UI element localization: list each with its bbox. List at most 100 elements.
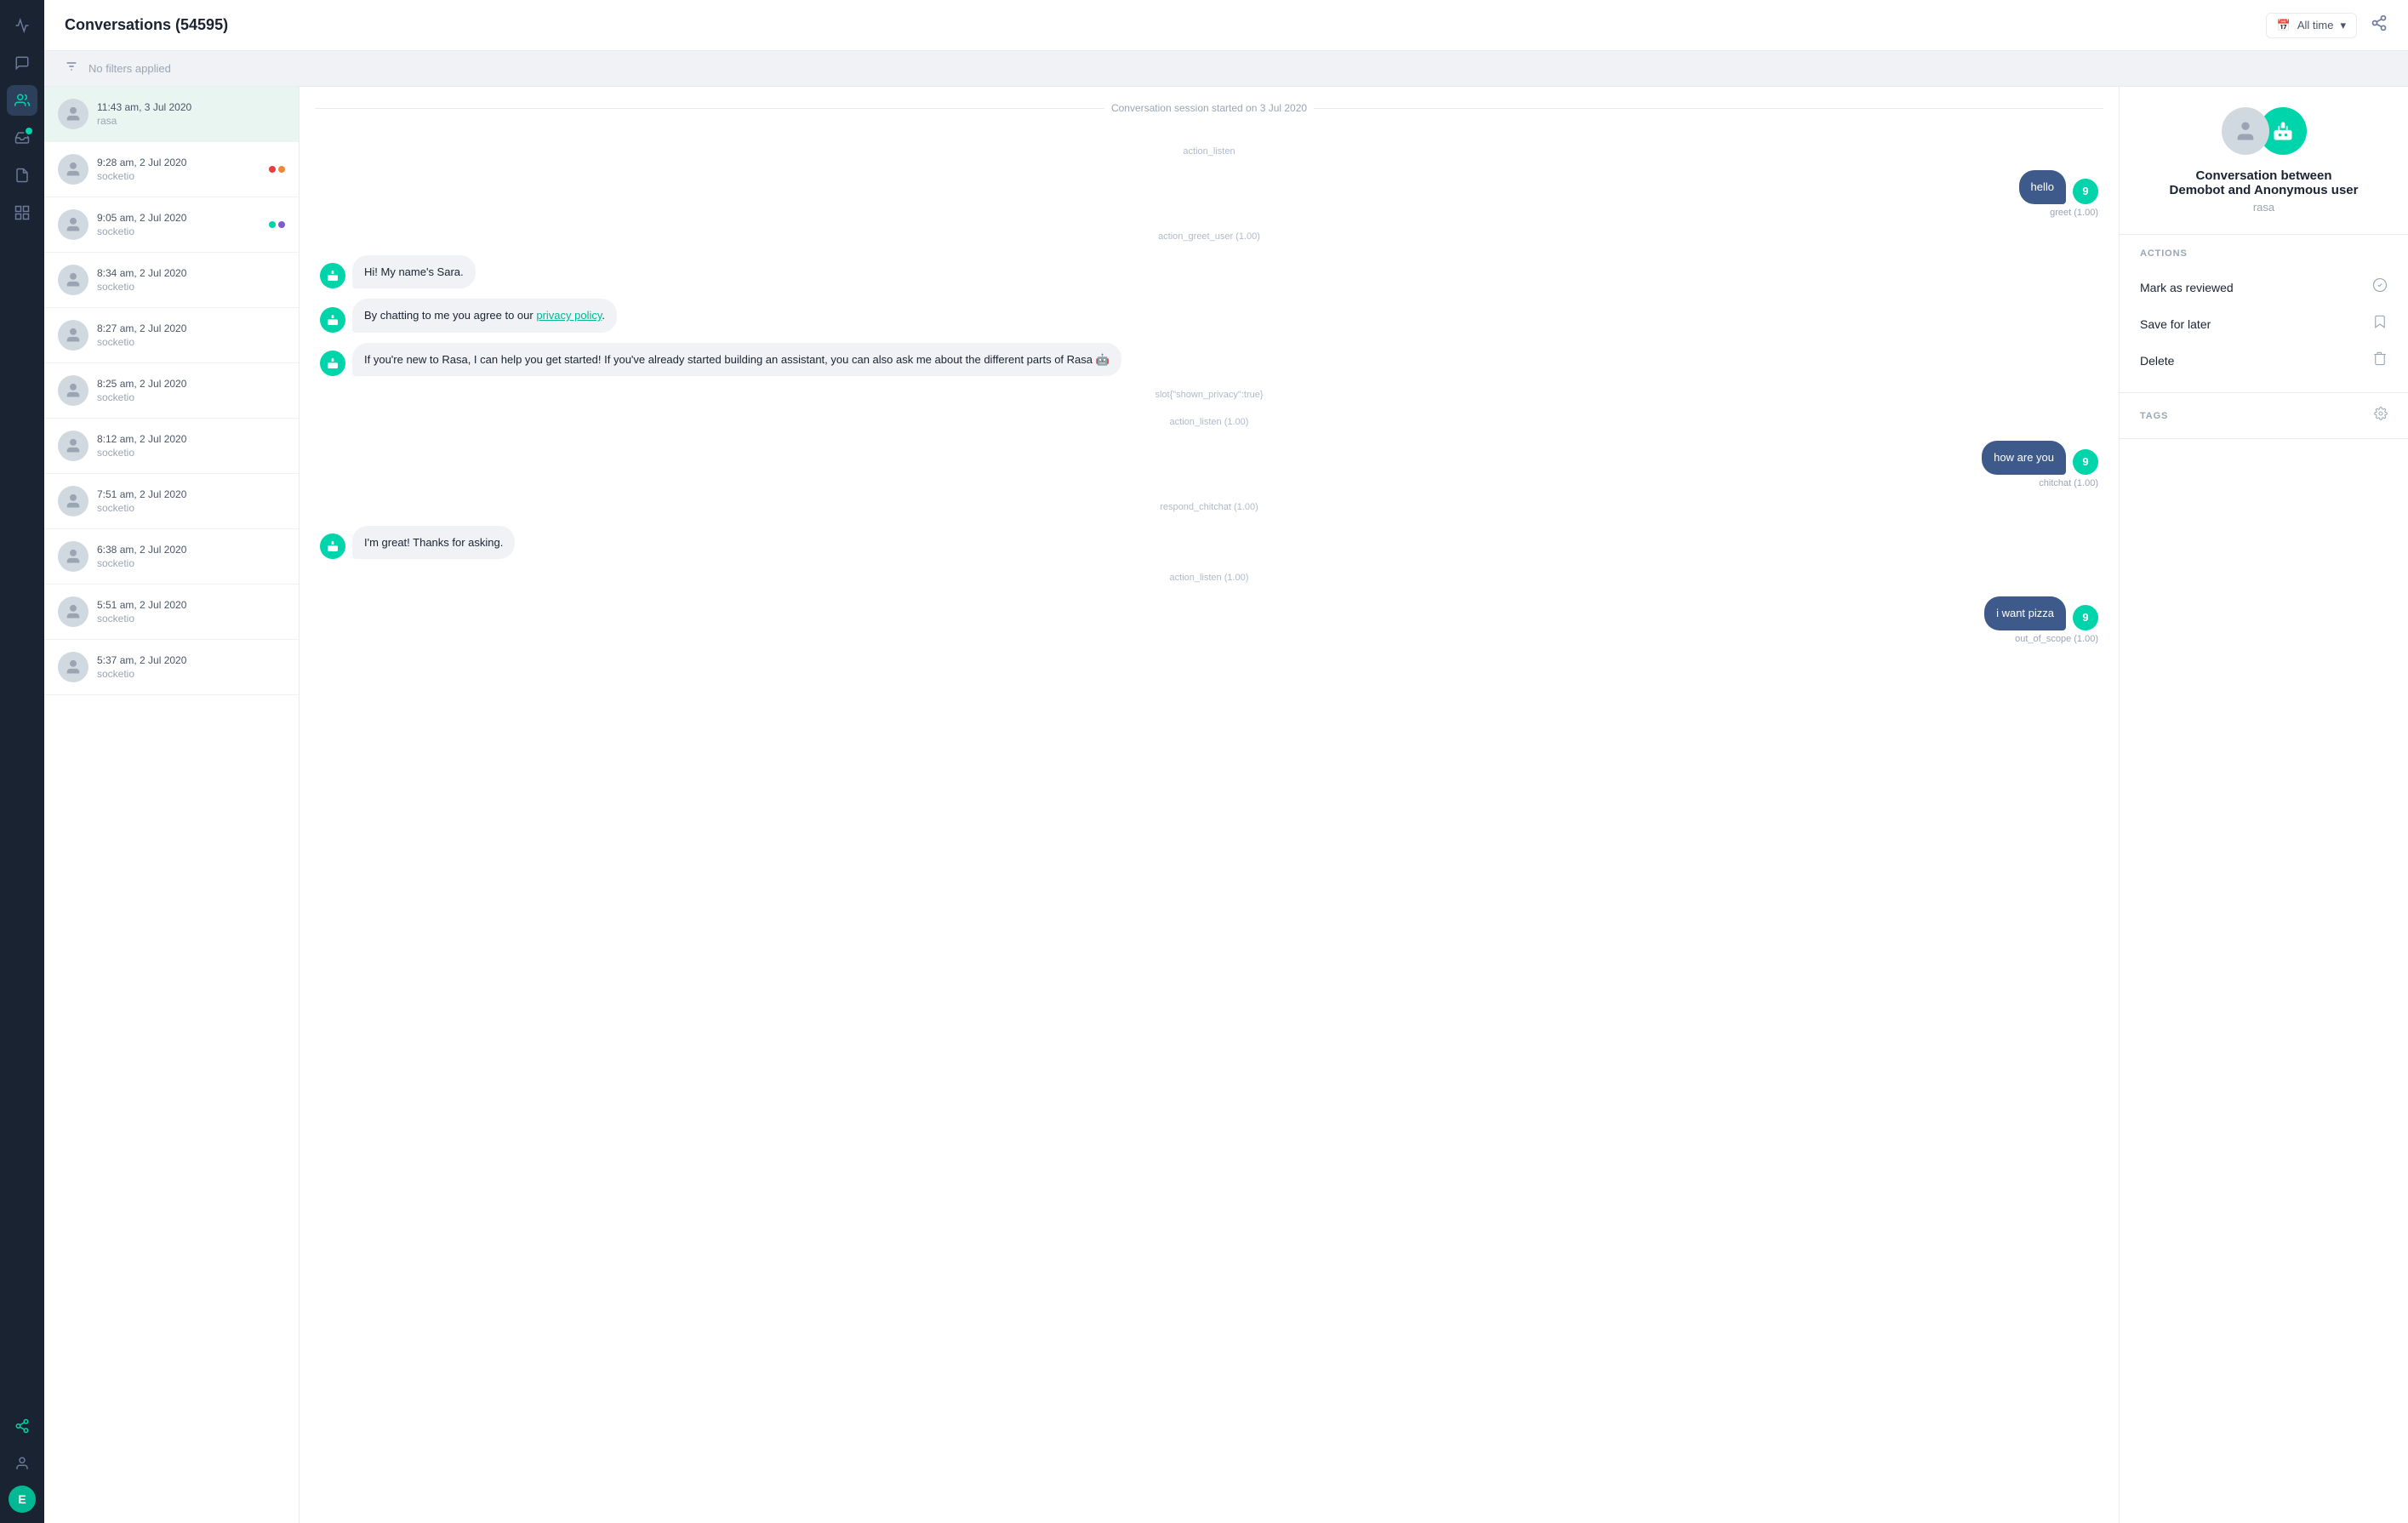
- bot-avatar: [320, 533, 345, 559]
- conv-info: 7:51 am, 2 Jul 2020 socketio: [97, 488, 285, 514]
- user-message-bubble: how are you: [1982, 441, 2066, 475]
- bot-message-bubble: I'm great! Thanks for asking.: [352, 526, 515, 560]
- user-message-group: 9how are youchitchat (1.00): [320, 441, 2098, 488]
- rp-tags-title: TAGS: [2140, 411, 2168, 421]
- rp-tracker: rasa: [2253, 201, 2274, 214]
- sidebar-icon-conversations[interactable]: [7, 85, 37, 116]
- user-message-bubble: hello: [2019, 170, 2066, 204]
- right-panel: Conversation between Demobot and Anonymo…: [2119, 87, 2408, 1523]
- conv-info: 5:37 am, 2 Jul 2020 socketio: [97, 654, 285, 680]
- conv-name: socketio: [97, 668, 285, 680]
- red-dot: [269, 166, 276, 173]
- conversation-item[interactable]: 9:05 am, 2 Jul 2020socketio: [44, 197, 299, 253]
- rp-avatars: [2222, 107, 2307, 155]
- conv-name: socketio: [97, 502, 285, 514]
- bot-message-row: Hi! My name's Sara.: [320, 255, 2098, 289]
- sidebar-icon-analytics[interactable]: [7, 197, 37, 228]
- conversation-item[interactable]: 11:43 am, 3 Jul 2020 rasa: [44, 87, 299, 142]
- bookmark-icon: [2372, 314, 2388, 334]
- action-label: slot{"shown_privacy":true}: [320, 390, 2098, 400]
- bot-avatar: [320, 307, 345, 333]
- conv-time: 5:51 am, 2 Jul 2020: [97, 599, 285, 611]
- conv-time: 11:43 am, 3 Jul 2020: [97, 101, 285, 113]
- user-message-row: 9 hello: [320, 170, 2098, 204]
- message-intent: greet (1.00): [320, 208, 2098, 218]
- rp-conversation-info: Conversation between Demobot and Anonymo…: [2120, 87, 2408, 235]
- conversation-item[interactable]: 6:38 am, 2 Jul 2020socketio: [44, 529, 299, 585]
- user-avatar-num: 9: [2073, 179, 2098, 204]
- sidebar-icon-chart[interactable]: [7, 10, 37, 41]
- bot-message-row: If you're new to Rasa, I can help you ge…: [320, 343, 2098, 377]
- conv-info: 6:38 am, 2 Jul 2020socketio: [97, 544, 285, 569]
- conv-avatar: [58, 320, 88, 351]
- conversation-item[interactable]: 7:51 am, 2 Jul 2020 socketio: [44, 474, 299, 529]
- conv-avatar: [58, 431, 88, 461]
- user-avatar-num: 9: [2073, 605, 2098, 630]
- sidebar-icon-chat[interactable]: [7, 48, 37, 78]
- sidebar-icon-person[interactable]: [7, 1448, 37, 1479]
- action-label: action_greet_user (1.00): [320, 231, 2098, 242]
- conversation-item[interactable]: 8:25 am, 2 Jul 2020socketio: [44, 363, 299, 419]
- conv-avatar: [58, 265, 88, 295]
- conv-info: 5:51 am, 2 Jul 2020 socketio: [97, 599, 285, 625]
- conv-info: 11:43 am, 3 Jul 2020 rasa: [97, 101, 285, 127]
- bot-message-row: I'm great! Thanks for asking.: [320, 526, 2098, 560]
- conversation-item[interactable]: 8:27 am, 2 Jul 2020 socketio: [44, 308, 299, 363]
- conv-name: socketio: [97, 613, 285, 625]
- orange-dot: [278, 166, 285, 173]
- conv-time: 8:27 am, 2 Jul 2020: [97, 322, 285, 334]
- session-header: Conversation session started on 3 Jul 20…: [300, 87, 2119, 129]
- action-label: action_listen (1.00): [320, 417, 2098, 427]
- action-label: respond_chitchat (1.00): [320, 502, 2098, 512]
- conv-avatar: [58, 486, 88, 516]
- conv-name: rasa: [97, 115, 285, 127]
- sidebar-icon-flows[interactable]: [7, 1411, 37, 1441]
- conversation-item[interactable]: 5:51 am, 2 Jul 2020 socketio: [44, 585, 299, 640]
- action-label: action_listen (1.00): [320, 573, 2098, 583]
- bot-message-bubble: Hi! My name's Sara.: [352, 255, 476, 289]
- user-message-bubble: i want pizza: [1984, 596, 2066, 630]
- conv-name: socketio: [97, 336, 285, 348]
- conv-name: socketio: [97, 170, 260, 182]
- filter-bar: No filters applied: [44, 51, 2408, 87]
- user-avatar[interactable]: E: [9, 1486, 36, 1513]
- conv-dots: [269, 166, 285, 173]
- conversation-item[interactable]: 8:12 am, 2 Jul 2020socketio: [44, 419, 299, 474]
- rp-action-save-later[interactable]: Save for later: [2140, 305, 2388, 342]
- calendar-icon: 📅: [2277, 19, 2291, 32]
- conv-name: socketio: [97, 447, 285, 459]
- conversation-item[interactable]: 9:28 am, 2 Jul 2020 socketio: [44, 142, 299, 197]
- conv-time: 8:34 am, 2 Jul 2020: [97, 267, 285, 279]
- conversation-item[interactable]: 5:37 am, 2 Jul 2020 socketio: [44, 640, 299, 695]
- conv-avatar: [58, 652, 88, 682]
- rp-action-mark-reviewed[interactable]: Mark as reviewed: [2140, 269, 2388, 305]
- conv-avatar: [58, 99, 88, 129]
- conversation-item[interactable]: 8:34 am, 2 Jul 2020socketio: [44, 253, 299, 308]
- content-area: 11:43 am, 3 Jul 2020 rasa 9:28 am, 2 Jul 2…: [44, 87, 2408, 1523]
- conv-dots: [269, 221, 285, 228]
- sidebar-icon-inbox[interactable]: [7, 123, 37, 153]
- message-intent: out_of_scope (1.00): [320, 634, 2098, 644]
- chat-messages: action_listen9hellogreet (1.00)action_gr…: [300, 129, 2119, 1523]
- session-header-text: Conversation session started on 3 Jul 20…: [1111, 102, 1307, 114]
- rp-action-mark-reviewed-label: Mark as reviewed: [2140, 281, 2234, 294]
- conv-time: 5:37 am, 2 Jul 2020: [97, 654, 285, 666]
- conv-info: 8:12 am, 2 Jul 2020socketio: [97, 433, 285, 459]
- main-area: Conversations (54595) 📅 All time ▾ No fi…: [44, 0, 2408, 1523]
- conv-avatar: [58, 375, 88, 406]
- rp-avatar-human: [2222, 107, 2269, 155]
- time-filter-button[interactable]: 📅 All time ▾: [2266, 13, 2357, 38]
- share-button[interactable]: [2371, 14, 2388, 36]
- message-intent: chitchat (1.00): [320, 478, 2098, 488]
- gear-icon[interactable]: [2374, 407, 2388, 425]
- conv-info: 8:34 am, 2 Jul 2020socketio: [97, 267, 285, 293]
- sidebar: E: [0, 0, 44, 1523]
- bot-message-bubble: By chatting to me you agree to our priva…: [352, 299, 617, 333]
- sidebar-icon-document[interactable]: [7, 160, 37, 191]
- conv-info: 9:28 am, 2 Jul 2020 socketio: [97, 157, 260, 182]
- rp-action-delete[interactable]: Delete: [2140, 342, 2388, 379]
- conv-time: 7:51 am, 2 Jul 2020: [97, 488, 285, 500]
- filter-icon[interactable]: [65, 60, 78, 77]
- privacy-policy-link[interactable]: privacy policy: [536, 309, 602, 322]
- conv-time: 9:28 am, 2 Jul 2020: [97, 157, 260, 168]
